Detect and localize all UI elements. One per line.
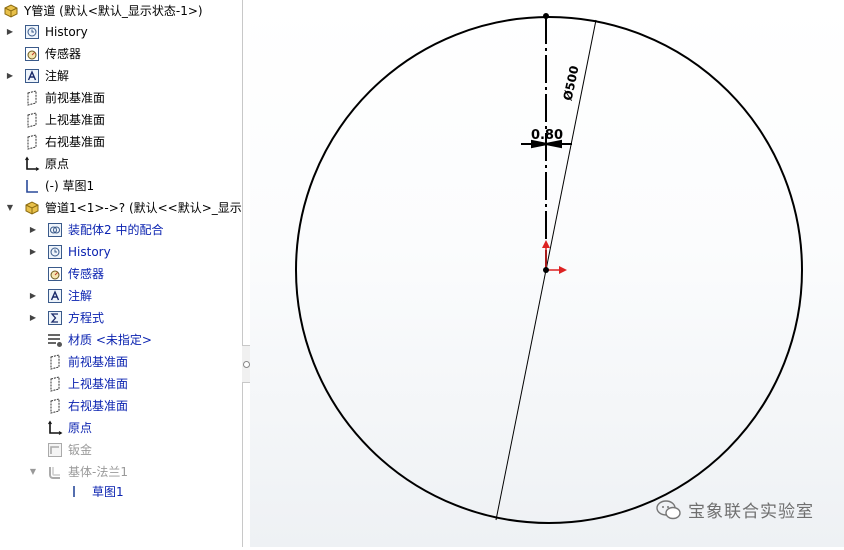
tree-item-label: 前视基准面	[68, 355, 129, 369]
expand-arrow-icon[interactable]: ▶	[28, 313, 38, 323]
graphics-viewport[interactable]: Ø500 0.80 宝象联合实验室	[250, 0, 844, 547]
diameter-dimension[interactable]: Ø500	[561, 64, 582, 101]
origin-icon	[46, 419, 64, 437]
tree-item-label: 装配体2 中的配合	[68, 223, 164, 237]
tree-item-sensors-2[interactable]: 传感器	[38, 263, 104, 284]
origin-icon	[23, 155, 41, 173]
tree-item-annotations[interactable]: ▶ 注解	[5, 65, 69, 86]
tree-item-material[interactable]: 材质 <未指定>	[38, 329, 152, 350]
tree-item-equations[interactable]: ▶ 方程式	[28, 307, 104, 328]
tree-item-label: 注解	[68, 289, 93, 303]
annotation-icon	[46, 287, 64, 305]
tree-item-top-plane[interactable]: 上视基准面	[15, 109, 105, 130]
tree-item-label: 材质 <未指定>	[68, 333, 152, 347]
plane-icon	[46, 375, 64, 393]
watermark-text: 宝象联合实验室	[688, 502, 814, 522]
tree-item-part-pipe[interactable]: ▼ 管道1<1>->? (默认<<默认>_显示状	[5, 197, 243, 218]
collapse-arrow-icon[interactable]: ▼	[28, 467, 38, 477]
tree-item-label: (-) 草图1	[45, 179, 95, 193]
tree-item-label: History	[45, 24, 88, 39]
plane-icon	[23, 133, 41, 151]
tree-item-label: 传感器	[45, 47, 82, 61]
plane-icon	[23, 89, 41, 107]
tree-item-right-plane-2[interactable]: 右视基准面	[38, 395, 128, 416]
tree-item-label: 管道1<1>->? (默认<<默认>_显示状	[45, 201, 243, 215]
tree-item-mates[interactable]: ▶ 装配体2 中的配合	[28, 219, 163, 240]
tree-item-sketch1-child[interactable]: 草图1	[62, 483, 124, 497]
part-icon	[23, 199, 41, 217]
tree-item-sheet-metal[interactable]: 钣金	[38, 439, 92, 460]
tree-item-label: 方程式	[68, 311, 105, 325]
plane-icon	[46, 397, 64, 415]
sheet-metal-icon	[46, 441, 64, 459]
plane-icon	[23, 111, 41, 129]
tree-item-label: 上视基准面	[45, 113, 106, 127]
tree-item-annotations-2[interactable]: ▶ 注解	[28, 285, 92, 306]
watermark: 宝象联合实验室	[656, 497, 814, 522]
tree-item-label: 原点	[68, 421, 93, 435]
tree-root[interactable]: Y管道 (默认<默认_显示状态-1>)	[2, 0, 203, 21]
tree-item-label: 前视基准面	[45, 91, 106, 105]
origin-x-arrow-icon	[559, 266, 567, 274]
tree-item-base-flange[interactable]: ▼ 基体-法兰1	[28, 461, 128, 482]
tree-item-label: 原点	[45, 157, 70, 171]
tree-item-top-plane-2[interactable]: 上视基准面	[38, 373, 128, 394]
tree-item-origin-2[interactable]: 原点	[38, 417, 92, 438]
tree-item-front-plane-2[interactable]: 前视基准面	[38, 351, 128, 372]
tree-root-label: Y管道 (默认<默认_显示状态-1>)	[24, 4, 203, 18]
tree-item-front-plane[interactable]: 前视基准面	[15, 87, 105, 108]
origin-point[interactable]	[543, 267, 549, 273]
tree-item-label: History	[68, 244, 111, 259]
equations-icon	[46, 309, 64, 327]
history-icon	[46, 243, 64, 261]
sketch-canvas: Ø500 0.80	[295, 13, 803, 524]
tree-item-label: 基体-法兰1	[68, 465, 128, 479]
tree-item-sketch1[interactable]: (-) 草图1	[15, 175, 94, 196]
top-point[interactable]	[543, 13, 549, 19]
tree-item-label: 右视基准面	[68, 399, 129, 413]
tree-item-label: 上视基准面	[68, 377, 129, 391]
thickness-dimension[interactable]: 0.80	[531, 128, 563, 143]
expand-arrow-icon[interactable]: ▶	[28, 247, 38, 257]
sensor-icon	[46, 265, 64, 283]
origin-y-arrow-icon	[542, 240, 550, 248]
expand-arrow-icon[interactable]: ▶	[5, 27, 15, 37]
mates-icon	[46, 221, 64, 239]
expand-arrow-icon[interactable]: ▶	[5, 71, 15, 81]
expand-arrow-icon[interactable]: ▶	[28, 225, 38, 235]
tree-item-origin[interactable]: 原点	[15, 153, 69, 174]
tree-item-history-2[interactable]: ▶ History	[28, 241, 111, 262]
sensor-icon	[23, 45, 41, 63]
tree-item-history[interactable]: ▶ History	[5, 21, 88, 42]
tree-item-label: 注解	[45, 69, 70, 83]
base-flange-icon	[46, 463, 64, 481]
sketch-icon	[23, 177, 41, 195]
splitter-grip-icon	[242, 360, 250, 368]
tree-item-label: 钣金	[68, 443, 93, 457]
material-icon	[46, 331, 64, 349]
history-icon	[23, 23, 41, 41]
tree-item-label: 传感器	[68, 267, 105, 281]
wechat-icon	[656, 499, 681, 519]
feature-manager-tree: Y管道 (默认<默认_显示状态-1>) ▶ History 传感器 ▶ 注解 前…	[0, 0, 243, 547]
assembly-icon	[2, 2, 20, 20]
annotation-icon	[23, 67, 41, 85]
sketch-icon	[70, 483, 88, 497]
collapse-arrow-icon[interactable]: ▼	[5, 203, 15, 213]
expand-arrow-icon[interactable]: ▶	[28, 291, 38, 301]
tree-item-right-plane[interactable]: 右视基准面	[15, 131, 105, 152]
tree-item-sensors[interactable]: 传感器	[15, 43, 81, 64]
tree-item-label: 右视基准面	[45, 135, 106, 149]
tree-item-label: 草图1	[92, 485, 124, 497]
plane-icon	[46, 353, 64, 371]
